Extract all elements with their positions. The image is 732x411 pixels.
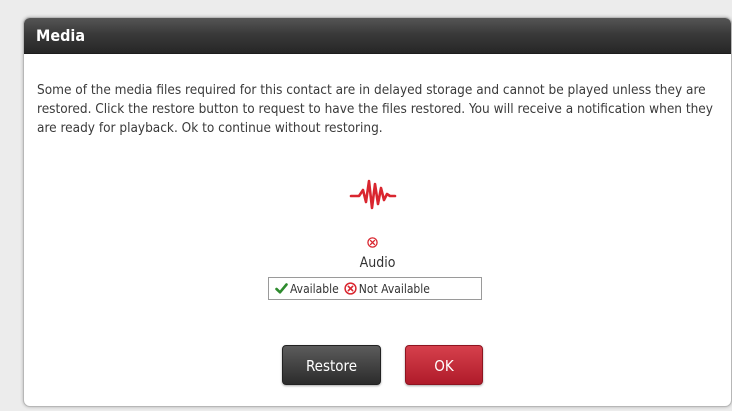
availability-legend: Available Not Available (268, 277, 482, 300)
legend-available-label: Available (290, 281, 339, 296)
ok-button[interactable]: OK (405, 345, 483, 385)
legend-not-available-label: Not Available (358, 281, 430, 296)
media-dialog: Media Some of the media files required f… (23, 17, 732, 407)
not-available-status-icon (367, 237, 378, 248)
audio-waveform-icon (349, 179, 397, 210)
not-available-icon (344, 282, 357, 295)
media-type-label: Audio (359, 255, 396, 271)
dialog-message: Some of the media files required for thi… (37, 82, 713, 136)
restore-button[interactable]: Restore (282, 345, 381, 385)
checkmark-icon (275, 283, 288, 294)
dialog-title: Media (24, 18, 731, 54)
